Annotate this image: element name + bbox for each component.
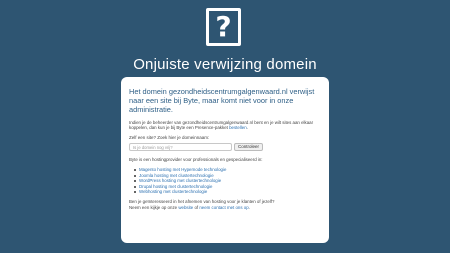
check-domain-button[interactable]: Controleer: [234, 143, 263, 152]
byte-logo-icon: ?: [206, 8, 241, 46]
feature-link-webhosting[interactable]: Webhosting met clustertechnologie: [139, 189, 207, 194]
owner-text: Indien je de beheerder van gezondheidsce…: [129, 119, 314, 131]
lead-text: Het domein gezondheidscentrumgalgenwaard…: [129, 87, 315, 115]
order-presence-link[interactable]: bestellen: [229, 125, 247, 130]
website-link[interactable]: website: [178, 205, 193, 210]
provider-intro: Byte is een hostingprovider voor profess…: [129, 157, 263, 163]
feature-list: Magento hosting met Hypernode technologi…: [129, 167, 320, 195]
owner-suffix: .: [246, 125, 248, 131]
feature-link-drupal[interactable]: Drupal hosting met clustertechnologie: [139, 184, 212, 189]
feature-link-wordpress[interactable]: WordPress hosting met clustertechnologie: [139, 178, 221, 183]
page-title: Onjuiste verwijzing domein: [133, 56, 317, 73]
closing-line-2-middle: of: [194, 204, 199, 210]
logo-glyph: ?: [215, 10, 232, 43]
domain-search-input[interactable]: [129, 143, 232, 152]
feature-link-magento[interactable]: Magento hosting met Hypernode technologi…: [139, 167, 226, 172]
closing-line-2-prefix: Neem een kijkje op onze: [129, 204, 178, 210]
closing-paragraph: Ben je geïnteresseerd in het afnemen van…: [129, 199, 320, 211]
closing-line-1: Ben je geïnteresseerd in het afnemen van…: [129, 198, 275, 204]
content-card: Het domein gezondheidscentrumgalgenwaard…: [121, 77, 329, 243]
owner-paragraph: Indien je de beheerder van gezondheidsce…: [129, 120, 320, 132]
list-item: Webhosting met clustertechnologie: [134, 189, 320, 195]
domain-search-row: Controleer: [129, 143, 320, 152]
closing-line-2-suffix: .: [248, 204, 250, 210]
contact-link[interactable]: neem contact met ons op: [199, 205, 248, 210]
search-label: Zelf een site? Zoek hier je domeinnaam:: [129, 135, 210, 141]
feature-link-joomla[interactable]: Joomla hosting met clustertechnologie: [139, 173, 214, 178]
